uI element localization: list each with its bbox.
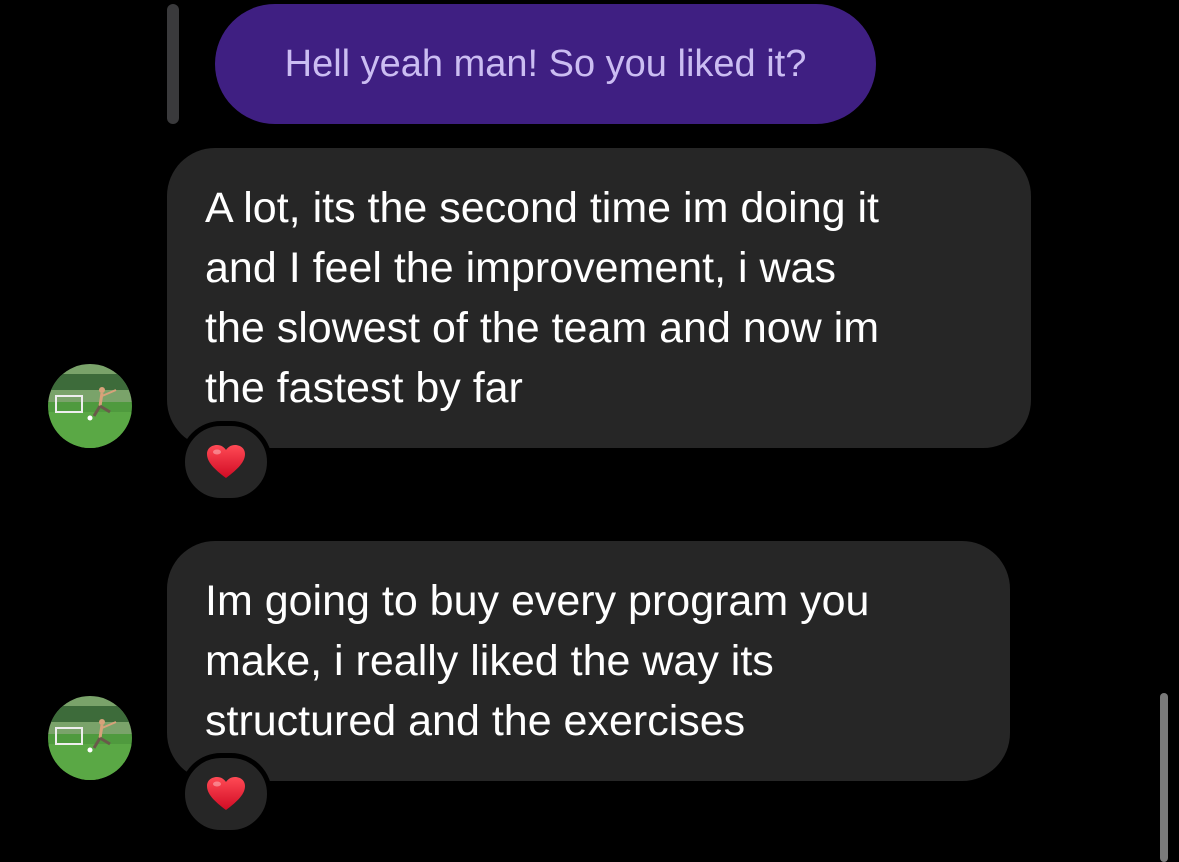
sender-avatar[interactable] [48,364,132,448]
heart-icon [207,777,245,810]
received-message-bubble[interactable]: Im going to buy every program you make, … [167,541,1010,781]
sent-message-text: Hell yeah man! So you liked it? [284,43,807,85]
sender-avatar[interactable] [48,696,132,780]
soccer-player-avatar-icon [48,364,132,448]
scrollbar[interactable] [1160,693,1168,862]
received-message-text: A lot, its the second time im doing it a… [205,184,880,412]
soccer-player-avatar-icon [48,696,132,780]
reply-indicator-bar [167,4,179,124]
heart-reaction[interactable] [180,421,272,503]
received-message-text: Im going to buy every program you make, … [205,577,870,745]
heart-reaction[interactable] [180,753,272,835]
received-message-bubble[interactable]: A lot, its the second time im doing it a… [167,148,1031,448]
heart-icon [207,445,245,478]
sent-message-bubble[interactable]: Hell yeah man! So you liked it? [215,4,876,124]
